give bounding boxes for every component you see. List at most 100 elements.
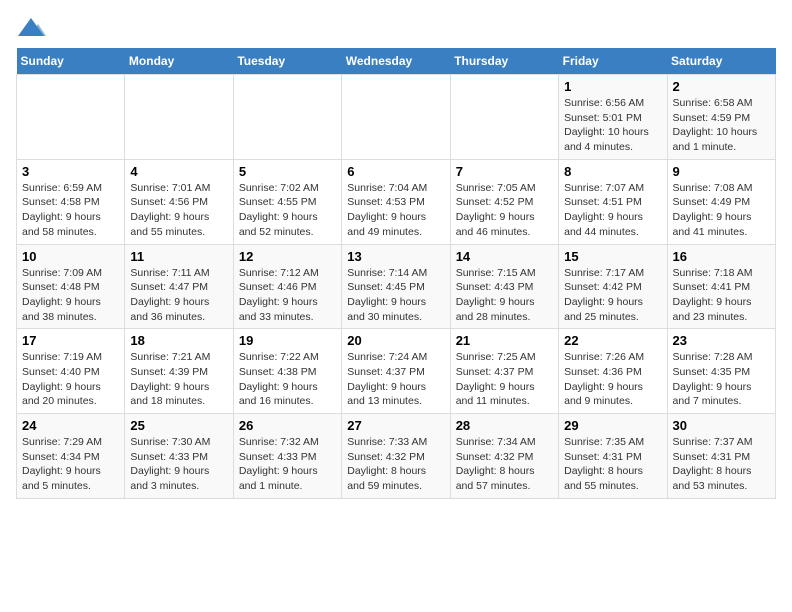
- day-info: Sunrise: 7:26 AM Sunset: 4:36 PM Dayligh…: [564, 350, 661, 409]
- calendar-cell: 3 Sunrise: 6:59 AM Sunset: 4:58 PM Daylig…: [17, 159, 125, 244]
- day-number: 19: [239, 333, 336, 348]
- day-info: Sunrise: 7:21 AM Sunset: 4:39 PM Dayligh…: [130, 350, 227, 409]
- day-info: Sunrise: 7:11 AM Sunset: 4:47 PM Dayligh…: [130, 266, 227, 325]
- calendar-cell: 6 Sunrise: 7:04 AM Sunset: 4:53 PM Daylig…: [342, 159, 450, 244]
- calendar-cell: 1 Sunrise: 6:56 AM Sunset: 5:01 PM Daylig…: [559, 75, 667, 160]
- day-info: Sunrise: 6:58 AM Sunset: 4:59 PM Dayligh…: [673, 96, 770, 155]
- calendar-cell: 18 Sunrise: 7:21 AM Sunset: 4:39 PM Dayli…: [125, 329, 233, 414]
- day-info: Sunrise: 7:24 AM Sunset: 4:37 PM Dayligh…: [347, 350, 444, 409]
- day-info: Sunrise: 7:12 AM Sunset: 4:46 PM Dayligh…: [239, 266, 336, 325]
- day-number: 26: [239, 418, 336, 433]
- calendar-cell: 23 Sunrise: 7:28 AM Sunset: 4:35 PM Dayli…: [667, 329, 775, 414]
- day-number: 8: [564, 164, 661, 179]
- calendar-cell: 28 Sunrise: 7:34 AM Sunset: 4:32 PM Dayli…: [450, 414, 558, 499]
- calendar-body: 1 Sunrise: 6:56 AM Sunset: 5:01 PM Daylig…: [17, 75, 776, 499]
- day-number: 18: [130, 333, 227, 348]
- calendar-cell: 13Sunrise: 7:14 AM Sunset: 4:45 PM Dayli…: [342, 244, 450, 329]
- day-info: Sunrise: 7:09 AM Sunset: 4:48 PM Dayligh…: [22, 266, 119, 325]
- day-number: 14: [456, 249, 553, 264]
- day-info: Sunrise: 7:02 AM Sunset: 4:55 PM Dayligh…: [239, 181, 336, 240]
- calendar-cell: [233, 75, 341, 160]
- calendar-week-5: 24 Sunrise: 7:29 AM Sunset: 4:34 PM Dayli…: [17, 414, 776, 499]
- day-number: 20: [347, 333, 444, 348]
- day-number: 24: [22, 418, 119, 433]
- day-info: Sunrise: 6:56 AM Sunset: 5:01 PM Dayligh…: [564, 96, 661, 155]
- day-info: Sunrise: 7:25 AM Sunset: 4:37 PM Dayligh…: [456, 350, 553, 409]
- calendar-cell: [342, 75, 450, 160]
- day-info: Sunrise: 7:22 AM Sunset: 4:38 PM Dayligh…: [239, 350, 336, 409]
- calendar-week-2: 3 Sunrise: 6:59 AM Sunset: 4:58 PM Daylig…: [17, 159, 776, 244]
- calendar-cell: [125, 75, 233, 160]
- day-info: Sunrise: 7:04 AM Sunset: 4:53 PM Dayligh…: [347, 181, 444, 240]
- day-number: 9: [673, 164, 770, 179]
- day-number: 10: [22, 249, 119, 264]
- calendar-cell: 2 Sunrise: 6:58 AM Sunset: 4:59 PM Daylig…: [667, 75, 775, 160]
- weekday-header-wednesday: Wednesday: [342, 48, 450, 75]
- day-number: 11: [130, 249, 227, 264]
- day-info: Sunrise: 7:01 AM Sunset: 4:56 PM Dayligh…: [130, 181, 227, 240]
- calendar-cell: 4 Sunrise: 7:01 AM Sunset: 4:56 PM Daylig…: [125, 159, 233, 244]
- weekday-header-monday: Monday: [125, 48, 233, 75]
- day-number: 2: [673, 79, 770, 94]
- calendar-cell: 19 Sunrise: 7:22 AM Sunset: 4:38 PM Dayli…: [233, 329, 341, 414]
- day-info: Sunrise: 7:17 AM Sunset: 4:42 PM Dayligh…: [564, 266, 661, 325]
- day-number: 27: [347, 418, 444, 433]
- day-number: 3: [22, 164, 119, 179]
- day-info: Sunrise: 7:35 AM Sunset: 4:31 PM Dayligh…: [564, 435, 661, 494]
- day-number: 30: [673, 418, 770, 433]
- day-number: 12: [239, 249, 336, 264]
- header: [16, 16, 776, 40]
- day-info: Sunrise: 7:34 AM Sunset: 4:32 PM Dayligh…: [456, 435, 553, 494]
- day-info: Sunrise: 7:08 AM Sunset: 4:49 PM Dayligh…: [673, 181, 770, 240]
- day-number: 28: [456, 418, 553, 433]
- weekday-header-friday: Friday: [559, 48, 667, 75]
- calendar-cell: 21 Sunrise: 7:25 AM Sunset: 4:37 PM Dayli…: [450, 329, 558, 414]
- day-info: Sunrise: 7:30 AM Sunset: 4:33 PM Dayligh…: [130, 435, 227, 494]
- day-info: Sunrise: 7:19 AM Sunset: 4:40 PM Dayligh…: [22, 350, 119, 409]
- calendar-week-3: 10 Sunrise: 7:09 AM Sunset: 4:48 PM Dayli…: [17, 244, 776, 329]
- day-number: 15: [564, 249, 661, 264]
- weekday-header-row: SundayMondayTuesdayWednesdayThursdayFrid…: [17, 48, 776, 75]
- day-number: 1: [564, 79, 661, 94]
- calendar-cell: 5 Sunrise: 7:02 AM Sunset: 4:55 PM Daylig…: [233, 159, 341, 244]
- calendar-cell: 12 Sunrise: 7:12 AM Sunset: 4:46 PM Dayli…: [233, 244, 341, 329]
- day-info: Sunrise: 7:05 AM Sunset: 4:52 PM Dayligh…: [456, 181, 553, 240]
- weekday-header-thursday: Thursday: [450, 48, 558, 75]
- calendar-cell: 14 Sunrise: 7:15 AM Sunset: 4:43 PM Dayli…: [450, 244, 558, 329]
- day-number: 16: [673, 249, 770, 264]
- calendar-week-4: 17Sunrise: 7:19 AM Sunset: 4:40 PM Dayli…: [17, 329, 776, 414]
- calendar-week-1: 1 Sunrise: 6:56 AM Sunset: 5:01 PM Daylig…: [17, 75, 776, 160]
- day-info: Sunrise: 7:18 AM Sunset: 4:41 PM Dayligh…: [673, 266, 770, 325]
- day-number: 6: [347, 164, 444, 179]
- calendar-cell: [17, 75, 125, 160]
- calendar-cell: 8Sunrise: 7:07 AM Sunset: 4:51 PM Daylig…: [559, 159, 667, 244]
- calendar-cell: 25 Sunrise: 7:30 AM Sunset: 4:33 PM Dayli…: [125, 414, 233, 499]
- day-number: 22: [564, 333, 661, 348]
- calendar-cell: [450, 75, 558, 160]
- day-info: Sunrise: 7:37 AM Sunset: 4:31 PM Dayligh…: [673, 435, 770, 494]
- day-info: Sunrise: 7:28 AM Sunset: 4:35 PM Dayligh…: [673, 350, 770, 409]
- logo: [16, 16, 50, 40]
- calendar-cell: 10 Sunrise: 7:09 AM Sunset: 4:48 PM Dayli…: [17, 244, 125, 329]
- calendar-cell: 22 Sunrise: 7:26 AM Sunset: 4:36 PM Dayli…: [559, 329, 667, 414]
- day-number: 23: [673, 333, 770, 348]
- calendar-cell: 11 Sunrise: 7:11 AM Sunset: 4:47 PM Dayli…: [125, 244, 233, 329]
- day-number: 29: [564, 418, 661, 433]
- weekday-header-saturday: Saturday: [667, 48, 775, 75]
- calendar-cell: 16 Sunrise: 7:18 AM Sunset: 4:41 PM Dayli…: [667, 244, 775, 329]
- weekday-header-sunday: Sunday: [17, 48, 125, 75]
- day-number: 4: [130, 164, 227, 179]
- day-info: Sunrise: 7:29 AM Sunset: 4:34 PM Dayligh…: [22, 435, 119, 494]
- calendar-table: SundayMondayTuesdayWednesdayThursdayFrid…: [16, 48, 776, 499]
- day-info: Sunrise: 6:59 AM Sunset: 4:58 PM Dayligh…: [22, 181, 119, 240]
- day-info: Sunrise: 7:15 AM Sunset: 4:43 PM Dayligh…: [456, 266, 553, 325]
- calendar-cell: 9 Sunrise: 7:08 AM Sunset: 4:49 PM Daylig…: [667, 159, 775, 244]
- day-number: 21: [456, 333, 553, 348]
- calendar-cell: 29 Sunrise: 7:35 AM Sunset: 4:31 PM Dayli…: [559, 414, 667, 499]
- day-number: 5: [239, 164, 336, 179]
- day-info: Sunrise: 7:32 AM Sunset: 4:33 PM Dayligh…: [239, 435, 336, 494]
- calendar-cell: 7Sunrise: 7:05 AM Sunset: 4:52 PM Daylig…: [450, 159, 558, 244]
- logo-icon: [16, 16, 46, 40]
- calendar-cell: 24 Sunrise: 7:29 AM Sunset: 4:34 PM Dayli…: [17, 414, 125, 499]
- day-number: 25: [130, 418, 227, 433]
